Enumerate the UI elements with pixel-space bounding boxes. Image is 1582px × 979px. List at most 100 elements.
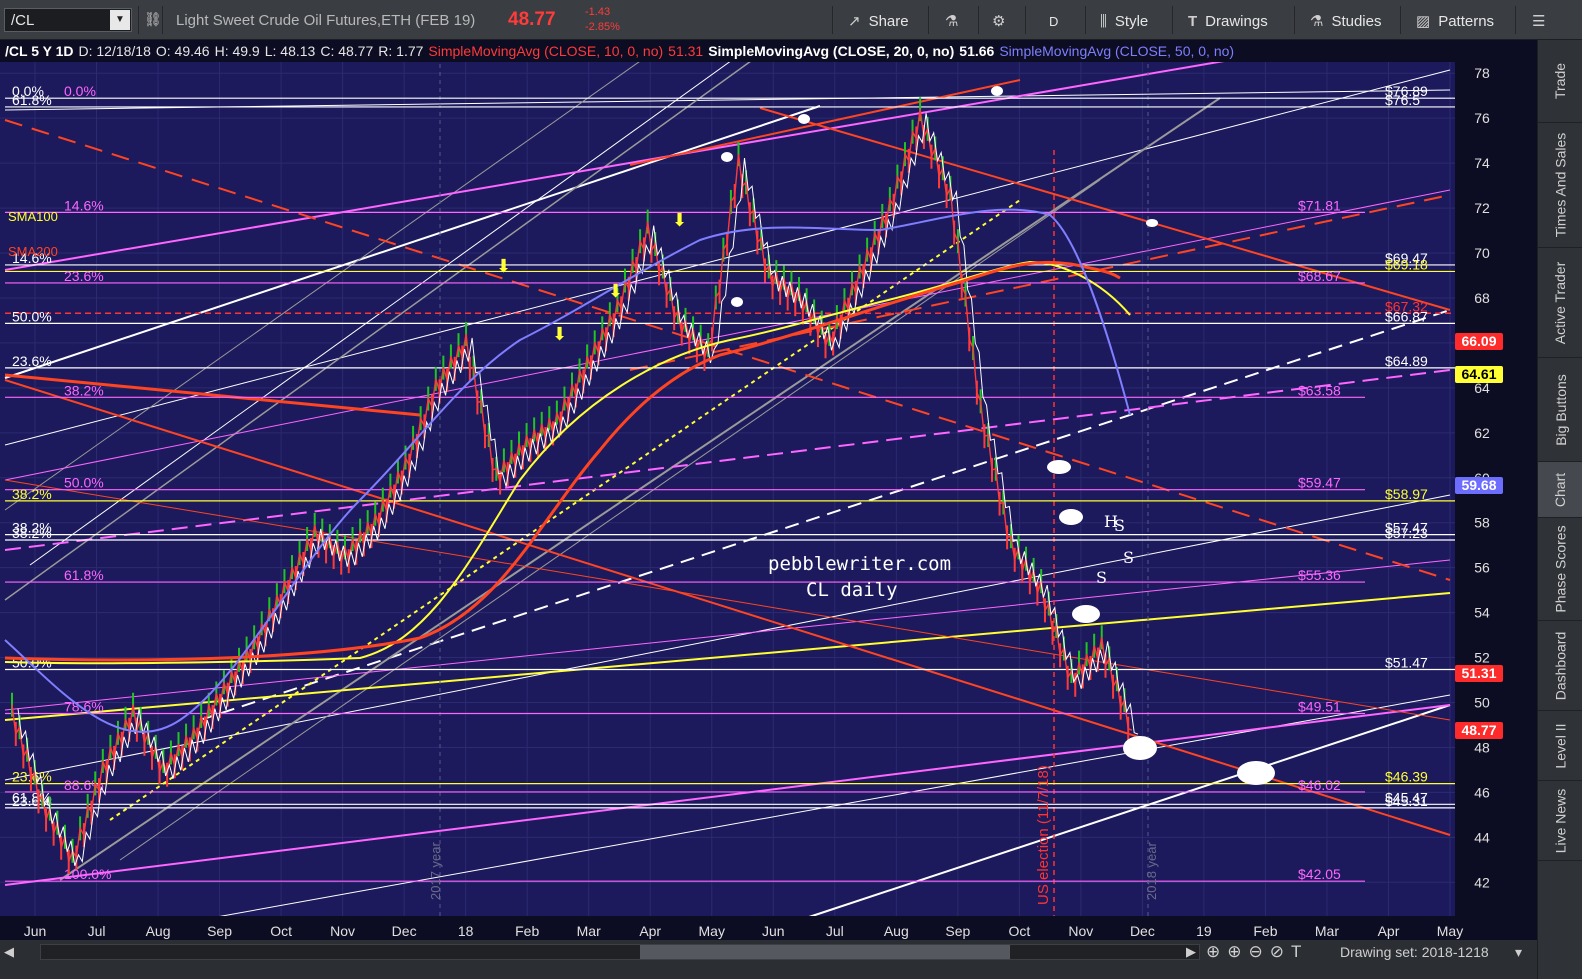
- sidebar-tab-times-and-sales[interactable]: Times And Sales: [1538, 123, 1582, 248]
- sidebar-tab-label: Level II: [1552, 722, 1569, 769]
- studies-button[interactable]: ⚗ Studies: [1310, 8, 1382, 34]
- zoom-tools[interactable]: ⊕⊕⊖⊘T: [1206, 942, 1308, 962]
- time-tick-label: Apr: [639, 923, 661, 939]
- time-tick-label: Feb: [1253, 923, 1277, 939]
- toolbar-divider: [928, 6, 929, 34]
- trendline: [4, 40, 671, 511]
- beaker-icon: ⚗: [1310, 13, 1324, 30]
- trendline: [4, 704, 1451, 886]
- sidebar-tab-big-buttons[interactable]: Big Buttons: [1538, 358, 1582, 462]
- hs-shoulder-label: S: [1096, 568, 1107, 587]
- price-tick-label: 48: [1474, 739, 1490, 755]
- fib-level-price: $55.36: [1298, 567, 1341, 583]
- trendline: [4, 479, 1451, 721]
- gear-icon: ⚙: [992, 13, 1006, 30]
- sidebar-tab-active-trader[interactable]: Active Trader: [1538, 248, 1582, 358]
- instrument-title: Light Sweet Crude Oil Futures,ETH (FEB 1…: [176, 12, 476, 29]
- price-tick-label: 78: [1474, 65, 1490, 81]
- sma50-study-label[interactable]: SimpleMovingAvg (CLOSE, 50, 0, no): [999, 43, 1234, 59]
- trendline: [4, 69, 1451, 446]
- sidebar-tab-level-ii[interactable]: Level II: [1538, 711, 1582, 781]
- sidebar-tab-label: Times And Sales: [1552, 132, 1569, 238]
- trendline: [4, 59, 1231, 271]
- sma20-study-label[interactable]: SimpleMovingAvg (CLOSE, 20, 0, no): [708, 43, 954, 59]
- sidebar-tab-trade[interactable]: Trade: [1538, 40, 1582, 123]
- scroll-right-icon[interactable]: ▶: [1186, 944, 1196, 960]
- fib-level-percent: 50.0%: [12, 308, 52, 324]
- price-tick-label: 46: [1474, 784, 1490, 800]
- zoom-in-icon[interactable]: ⊕: [1227, 942, 1248, 961]
- price-change: -1.43 -2.85%: [585, 5, 620, 35]
- toolbar-divider: [1025, 6, 1026, 34]
- chart-panel[interactable]: $76.89 $76.5 $71.81 $69.47 $69.18 $68.67 $67.3…: [0, 40, 1537, 940]
- settings-button[interactable]: ⚙: [992, 8, 1005, 34]
- aggregation-button[interactable]: D: [1049, 8, 1058, 34]
- sidebar-tab-live-news[interactable]: Live News: [1538, 781, 1582, 861]
- price-tick-label: 72: [1474, 200, 1490, 216]
- menu-button[interactable]: ☰: [1532, 8, 1545, 34]
- sidebar-tab-chart[interactable]: Chart: [1538, 462, 1582, 518]
- trendline-dashed: [109, 199, 1021, 821]
- bar-close: C: 48.77: [320, 43, 374, 59]
- time-scrollbar-thumb[interactable]: [640, 945, 1010, 959]
- top-toolbar: /CL ▼ ⛓ Light Sweet Crude Oil Futures,ET…: [0, 0, 1582, 40]
- time-tick-label: Nov: [330, 923, 355, 939]
- drawing-set-selector[interactable]: Drawing set: 2018-1218: [1340, 944, 1489, 960]
- style-button[interactable]: ⫼ Style: [1100, 8, 1148, 34]
- flask-button[interactable]: ⚗: [945, 8, 958, 34]
- share-button[interactable]: ↗ Share: [848, 8, 909, 34]
- pivot-marker: [721, 152, 733, 162]
- symbol-dropdown-arrow-icon[interactable]: ▼: [110, 10, 130, 30]
- time-scrollbar[interactable]: [40, 944, 1200, 960]
- text-icon[interactable]: T: [1291, 942, 1308, 961]
- drawing-set-dropdown-icon[interactable]: ▾: [1515, 944, 1522, 961]
- fib-level-percent: 23.6%: [64, 268, 104, 284]
- time-tick-label: Mar: [1315, 923, 1339, 939]
- sidebar-tab-label: Active Trader: [1552, 261, 1569, 344]
- down-arrow-marker: ⬇: [552, 324, 567, 345]
- sma10-study-value: 51.31: [668, 43, 704, 59]
- drawings-button[interactable]: T Drawings: [1188, 8, 1268, 34]
- price-tick-label: 56: [1474, 560, 1490, 576]
- crosshair-icon[interactable]: ⊕: [1206, 942, 1227, 961]
- hs-shoulder-label: S: [1123, 548, 1134, 567]
- candlestick-icon: ⫼: [1100, 12, 1107, 30]
- style-label: Style: [1114, 12, 1149, 30]
- fib-level-price: $42.05: [1298, 866, 1341, 882]
- time-tick-label: Oct: [270, 923, 292, 939]
- zoom-out-icon[interactable]: ⊖: [1249, 942, 1270, 961]
- trendline: [799, 704, 1451, 921]
- sma10-study-label[interactable]: SimpleMovingAvg (CLOSE, 10, 0, no): [428, 43, 663, 59]
- sidebar-tab-label: Big Buttons: [1552, 373, 1569, 446]
- price-tick-label: 52: [1474, 650, 1490, 666]
- sidebar-tab-dashboard[interactable]: Dashboard: [1538, 621, 1582, 711]
- fib-level-price: $46.39: [1385, 769, 1428, 785]
- watermark-line1: pebblewriter.com: [768, 553, 951, 575]
- last-price: 48.77: [508, 9, 556, 30]
- fib-level-price: $64.89: [1385, 353, 1428, 369]
- patterns-button[interactable]: ▨ Patterns: [1416, 8, 1494, 34]
- net-change: -1.43: [585, 6, 611, 18]
- price-chart[interactable]: $76.89$76.5$71.81$69.47$69.18$68.67$67.3…: [0, 40, 1537, 940]
- target-marker: [1237, 761, 1275, 785]
- sidebar-tab-label: Dashboard: [1552, 631, 1569, 700]
- price-tick-label: 44: [1474, 829, 1490, 845]
- zoom-reset-icon[interactable]: ⊘: [1270, 942, 1291, 961]
- sidebar-tab-label: Live News: [1552, 788, 1569, 853]
- fib-level-price: $71.81: [1298, 197, 1341, 213]
- studies-label: Studies: [1331, 12, 1382, 30]
- scroll-left-icon[interactable]: ◀: [4, 944, 14, 960]
- aggregation-label: D: [1049, 13, 1059, 29]
- right-sidebar: Trade Times And Sales Active Trader Big But…: [1537, 40, 1582, 979]
- price-tick-label: 54: [1474, 605, 1490, 621]
- sidebar-tab-phase-scores[interactable]: Phase Scores: [1538, 518, 1582, 621]
- pivot-marker: [798, 114, 810, 124]
- time-tick-label: Feb: [515, 923, 539, 939]
- price-tick-label: 42: [1474, 874, 1490, 890]
- bar-high: H: 49.9: [214, 43, 260, 59]
- fib-level-percent: 38.2%: [12, 486, 52, 502]
- link-icon[interactable]: ⛓: [144, 11, 162, 28]
- fib-level-percent: 0.0%: [64, 83, 96, 99]
- price-axis-tag: 48.77: [1455, 722, 1503, 740]
- down-arrow-marker: ⬇: [496, 256, 511, 277]
